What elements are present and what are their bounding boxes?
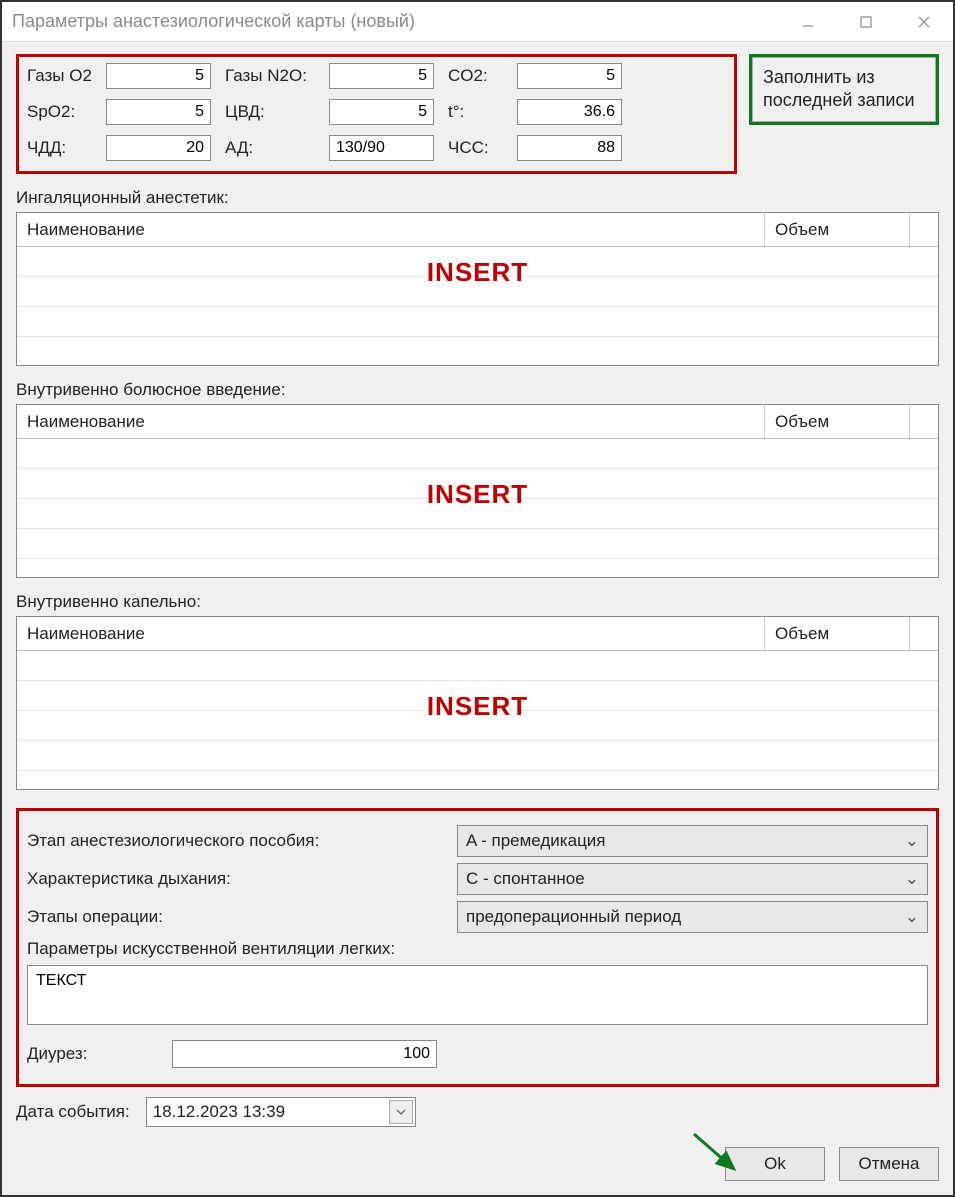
table-bolus[interactable]: Наименование Объем INSERT (16, 404, 939, 578)
window-title: Параметры анастезиологической карты (нов… (2, 11, 779, 32)
label-drip: Внутривенно капельно: (16, 592, 939, 612)
table-inhalation[interactable]: Наименование Объем INSERT (16, 212, 939, 366)
label-gas-o2: Газы O2 (27, 66, 92, 86)
col-volume: Объем (765, 617, 910, 650)
maximize-button[interactable] (837, 2, 895, 42)
textarea-ventilation[interactable] (27, 965, 928, 1025)
label-ventilation: Параметры искусственной вентиляции легки… (27, 939, 395, 959)
combo-anesthesia-stage[interactable]: A - премедикация ⌄ (457, 825, 928, 857)
input-cvd[interactable] (329, 99, 434, 125)
input-co2[interactable] (517, 63, 622, 89)
label-event-date: Дата события: (16, 1102, 130, 1122)
chevron-down-icon: ⌄ (905, 907, 919, 927)
label-anesthesia-stage: Этап анестезиологического пособия: (27, 831, 447, 851)
calendar-dropdown-icon[interactable] (389, 1100, 413, 1124)
combo-op-stage[interactable]: предоперационный период ⌄ (457, 901, 928, 933)
input-chdd[interactable] (106, 135, 211, 161)
input-chss[interactable] (517, 135, 622, 161)
chevron-down-icon: ⌄ (905, 831, 919, 851)
label-gas-n2o: Газы N2O: (225, 66, 315, 86)
label-temp: t°: (448, 102, 503, 122)
combo-breath[interactable]: С - спонтанное ⌄ (457, 863, 928, 895)
input-gas-o2[interactable] (106, 63, 211, 89)
col-name: Наименование (17, 213, 765, 246)
col-volume: Объем (765, 213, 910, 246)
datetime-field[interactable]: 18.12.2023 13:39 (146, 1097, 416, 1127)
col-name: Наименование (17, 405, 765, 438)
cancel-button[interactable]: Отмена (839, 1147, 939, 1181)
table-drip[interactable]: Наименование Объем INSERT (16, 616, 939, 790)
label-chss: ЧСС: (448, 138, 503, 158)
label-bolus: Внутривенно болюсное введение: (16, 380, 939, 400)
input-temp[interactable] (517, 99, 622, 125)
input-diuresis[interactable] (172, 1040, 437, 1068)
col-volume: Объем (765, 405, 910, 438)
label-breath: Характеристика дыхания: (27, 869, 447, 889)
close-button[interactable] (895, 2, 953, 42)
label-chdd: ЧДД: (27, 138, 92, 158)
label-ad: АД: (225, 138, 315, 158)
titlebar: Параметры анастезиологической карты (нов… (2, 2, 953, 42)
input-ad[interactable] (329, 135, 434, 161)
input-gas-n2o[interactable] (329, 63, 434, 89)
label-inhalation: Ингаляционный анестетик: (16, 188, 939, 208)
vitals-panel: Газы O2 Газы N2O: CO2: SpO2: ЦВД: t°: ЧД… (16, 54, 737, 174)
label-co2: CO2: (448, 66, 503, 86)
col-name: Наименование (17, 617, 765, 650)
input-spo2[interactable] (106, 99, 211, 125)
minimize-button[interactable] (779, 2, 837, 42)
ok-button[interactable]: Ok (725, 1147, 825, 1181)
label-spo2: SpO2: (27, 102, 92, 122)
bottom-panel: Этап анестезиологического пособия: A - п… (16, 808, 939, 1087)
label-cvd: ЦВД: (225, 102, 315, 122)
label-op-stage: Этапы операции: (27, 907, 447, 927)
fill-from-last-button[interactable]: Заполнить из последней записи (752, 57, 936, 122)
chevron-down-icon: ⌄ (905, 869, 919, 889)
label-diuresis: Диурез: (27, 1044, 162, 1064)
